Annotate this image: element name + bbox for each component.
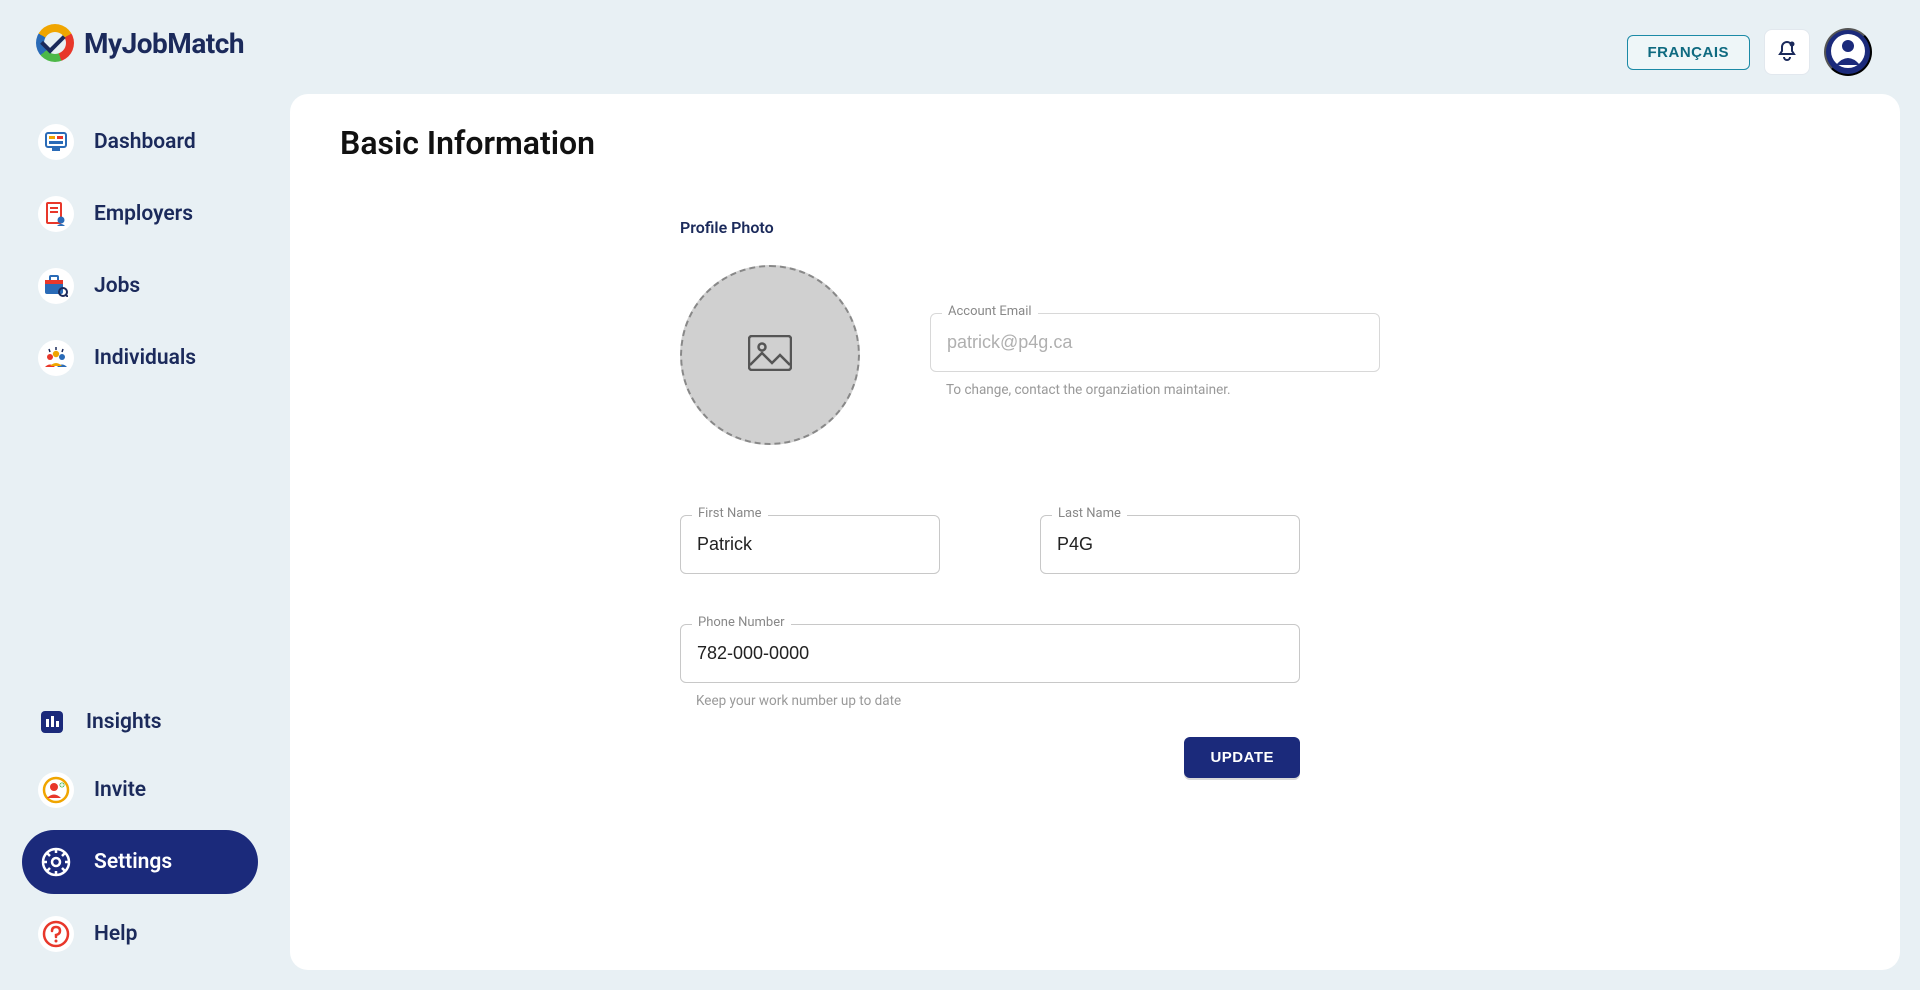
brand-logo[interactable]: MyJobMatch [0, 24, 280, 110]
sidebar-item-label: Employers [94, 202, 193, 226]
topbar: FRANÇAIS [290, 10, 1900, 94]
profile-photo-upload[interactable] [680, 265, 860, 445]
sidebar-item-label: Individuals [94, 346, 196, 370]
app: MyJobMatch Dashboard Employers Jobs [0, 0, 1920, 990]
sidebar-item-dashboard[interactable]: Dashboard [22, 110, 258, 174]
sidebar-item-insights[interactable]: Insights [22, 694, 258, 750]
sidebar-item-settings[interactable]: Settings [22, 830, 258, 894]
main-wrapper: FRANÇAIS Basic Information Profile Photo [280, 0, 1920, 990]
last-name-label: Last Name [1052, 506, 1127, 521]
language-button[interactable]: FRANÇAIS [1627, 35, 1751, 70]
bell-icon [1776, 40, 1798, 65]
profile-button[interactable] [1824, 28, 1872, 76]
photo-row: Account Email To change, contact the org… [680, 265, 1380, 445]
sidebar: MyJobMatch Dashboard Employers Jobs [0, 0, 280, 990]
sidebar-item-label: Insights [86, 710, 162, 734]
first-name-label: First Name [692, 506, 768, 521]
notifications-button[interactable] [1764, 29, 1810, 75]
profile-photo-label: Profile Photo [680, 218, 1380, 237]
basic-info-form: Profile Photo Account Email To change, c… [680, 218, 1380, 778]
first-name-group: First Name [680, 515, 940, 574]
email-field [930, 313, 1380, 372]
form-actions: UPDATE [680, 737, 1300, 778]
sidebar-item-individuals[interactable]: Individuals [22, 326, 258, 390]
sidebar-item-label: Invite [94, 778, 146, 802]
update-button[interactable]: UPDATE [1184, 737, 1300, 778]
nav: Dashboard Employers Jobs Individuals [0, 110, 280, 966]
email-label: Account Email [942, 304, 1038, 319]
image-placeholder-icon [748, 335, 792, 375]
phone-label: Phone Number [692, 615, 791, 630]
logo-icon [36, 24, 74, 62]
brand-text: MyJobMatch [84, 27, 244, 60]
settings-icon [38, 844, 74, 880]
jobs-icon [38, 268, 74, 304]
sidebar-item-help[interactable]: Help [22, 902, 258, 966]
email-field-group: Account Email [930, 313, 1380, 372]
sidebar-item-employers[interactable]: Employers [22, 182, 258, 246]
phone-helper: Keep your work number up to date [696, 693, 1380, 709]
last-name-group: Last Name [1040, 515, 1300, 574]
employers-icon [38, 196, 74, 232]
avatar-icon [1830, 33, 1866, 72]
name-row: First Name Last Name [680, 515, 1380, 574]
invite-icon [38, 772, 74, 808]
email-helper: To change, contact the organziation main… [946, 382, 1380, 398]
phone-field[interactable] [680, 624, 1300, 683]
phone-group: Phone Number [680, 624, 1300, 683]
sidebar-item-invite[interactable]: Invite [22, 758, 258, 822]
settings-card: Basic Information Profile Photo Account … [290, 94, 1900, 970]
phone-row: Phone Number Keep your work number up to… [680, 624, 1380, 709]
first-name-field[interactable] [680, 515, 940, 574]
sidebar-item-jobs[interactable]: Jobs [22, 254, 258, 318]
dashboard-icon [38, 124, 74, 160]
sidebar-item-label: Jobs [94, 274, 140, 298]
last-name-field[interactable] [1040, 515, 1300, 574]
insights-icon [38, 708, 66, 736]
individuals-icon [38, 340, 74, 376]
sidebar-item-label: Settings [94, 850, 172, 874]
page-title: Basic Information [340, 124, 1850, 162]
nav-spacer [22, 398, 258, 686]
sidebar-item-label: Help [94, 922, 137, 946]
help-icon [38, 916, 74, 952]
sidebar-item-label: Dashboard [94, 130, 196, 154]
